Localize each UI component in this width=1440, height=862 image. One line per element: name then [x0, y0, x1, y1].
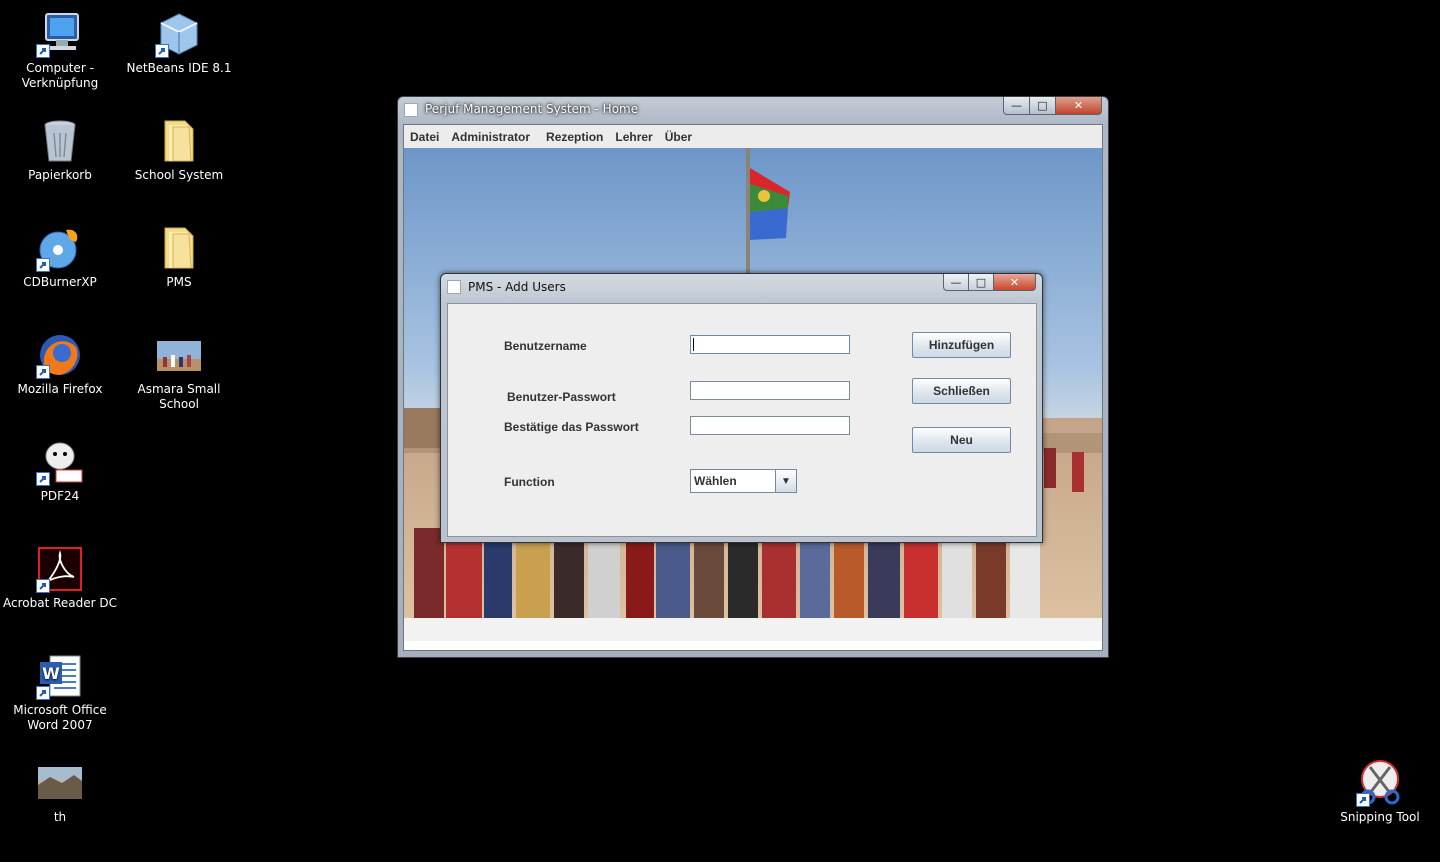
folder-icon	[155, 117, 203, 165]
window-controls: — □ ✕	[1003, 97, 1102, 115]
java-icon	[404, 103, 418, 117]
desktop-icon-word[interactable]: W Microsoft Office Word 2007	[1, 652, 119, 733]
minimize-button[interactable]: —	[943, 274, 969, 291]
password-field[interactable]	[690, 381, 850, 400]
desktop-icon-label: Asmara Small School	[137, 382, 221, 411]
desktop-icon-snipping-tool[interactable]: Snipping Tool	[1321, 759, 1439, 825]
close-button[interactable]: ✕	[1055, 97, 1102, 115]
desktop-icon-label: th	[53, 810, 67, 824]
desktop-icon-th[interactable]: th	[1, 759, 119, 825]
menu-ueber[interactable]: Über	[659, 130, 698, 144]
maximize-button[interactable]: □	[1029, 97, 1056, 115]
desktop-icon-label: Papierkorb	[28, 168, 92, 182]
add-users-form: Benutzername Benutzer-Passwort Bestätige…	[447, 303, 1037, 537]
menu-bar: Datei Administrator Rezeption Lehrer Übe…	[404, 125, 1102, 148]
photo-icon	[155, 331, 203, 379]
firefox-icon	[36, 331, 84, 379]
word-icon: W	[36, 652, 84, 700]
menu-lehrer[interactable]: Lehrer	[609, 130, 658, 144]
desktop-icon-pms[interactable]: PMS	[120, 224, 238, 290]
confirm-password-label: Bestätige das Passwort	[504, 420, 639, 434]
desktop-icon-recycle-bin[interactable]: Papierkorb	[1, 117, 119, 183]
confirm-password-field[interactable]	[690, 416, 850, 435]
add-users-dialog: PMS - Add Users — □ ✕ Benutzername Benut…	[440, 273, 1043, 543]
desktop-icon-label: Mozilla Firefox	[17, 382, 103, 396]
desktop-icon-acrobat[interactable]: Acrobat Reader DC	[1, 545, 119, 611]
folder-icon	[155, 224, 203, 272]
desktop-icon-pdf24[interactable]: PDF24	[1, 438, 119, 504]
desktop-icon-netbeans[interactable]: NetBeans IDE 8.1	[120, 10, 238, 76]
svg-text:W: W	[42, 664, 60, 683]
pdf24-icon	[36, 438, 84, 486]
maximize-button[interactable]: □	[968, 274, 994, 291]
add-button[interactable]: Hinzufügen	[912, 332, 1011, 358]
desktop-icon-cdburnerxp[interactable]: CDBurnerXP	[1, 224, 119, 290]
java-icon	[447, 280, 461, 294]
desktop-icon-label: Acrobat Reader DC	[3, 596, 117, 610]
menu-administrator[interactable]: Administrator	[445, 130, 536, 144]
new-button[interactable]: Neu	[912, 427, 1011, 453]
function-select[interactable]: Wählen ▼	[690, 469, 797, 493]
chevron-down-icon[interactable]: ▼	[775, 470, 796, 492]
desktop-icon-firefox[interactable]: Mozilla Firefox	[1, 331, 119, 397]
desktop-icon-computer[interactable]: Computer - Verknüpfung	[1, 10, 119, 91]
desktop-icon-school-system[interactable]: School System	[120, 117, 238, 183]
desktop-icon-label: Computer - Verknüpfung	[21, 61, 99, 90]
desktop-icon-label: Snipping Tool	[1340, 810, 1420, 824]
minimize-button[interactable]: —	[1003, 97, 1030, 115]
close-dialog-button[interactable]: Schließen	[912, 378, 1011, 404]
desktop-icon-label: NetBeans IDE 8.1	[126, 61, 232, 75]
computer-icon	[36, 10, 84, 58]
snipping-tool-icon	[1356, 759, 1404, 807]
desktop-icon-label: CDBurnerXP	[23, 275, 97, 289]
text-caret	[693, 338, 694, 351]
netbeans-icon	[155, 10, 203, 58]
desktop-icon-label: PMS	[166, 275, 192, 289]
recycle-bin-icon	[36, 117, 84, 165]
dialog-window-controls: — □ ✕	[943, 274, 1036, 291]
window-title: Perjuf Management System - Home	[425, 102, 639, 116]
desktop-icon-asmara-small-school[interactable]: Asmara Small School	[120, 331, 238, 412]
cdburner-icon	[36, 224, 84, 272]
function-select-value: Wählen	[694, 474, 737, 488]
image-icon	[36, 759, 84, 807]
desktop-icon-label: School System	[134, 168, 224, 182]
username-label: Benutzername	[504, 339, 587, 353]
username-field[interactable]	[690, 335, 850, 354]
close-button[interactable]: ✕	[993, 274, 1036, 291]
desktop-icon-label: PDF24	[40, 489, 80, 503]
password-label: Benutzer-Passwort	[507, 390, 616, 404]
menu-datei[interactable]: Datei	[404, 130, 445, 144]
desktop-icon-label: Microsoft Office Word 2007	[13, 703, 107, 732]
dialog-title: PMS - Add Users	[468, 280, 566, 294]
menu-rezeption[interactable]: Rezeption	[540, 130, 609, 144]
function-label: Function	[504, 475, 555, 489]
acrobat-icon	[36, 545, 84, 593]
